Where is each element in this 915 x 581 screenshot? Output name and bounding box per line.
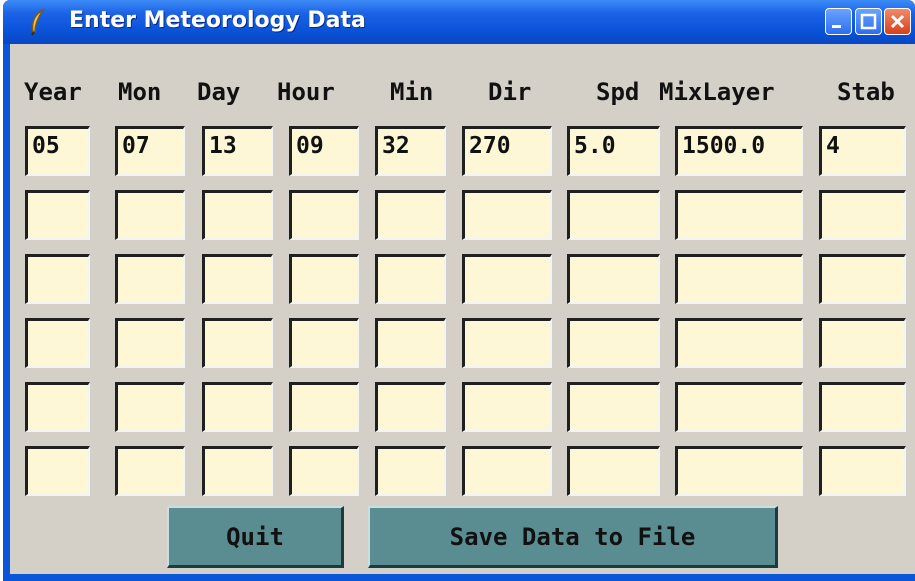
entry-year-row-4[interactable] — [25, 318, 90, 368]
entry-day-row-1[interactable]: 13 — [202, 126, 273, 176]
minimize-icon — [832, 25, 841, 28]
entry-hour-row-6[interactable] — [289, 446, 359, 496]
entry-day-row-3[interactable] — [202, 254, 273, 304]
entry-year-row-3[interactable] — [25, 254, 90, 304]
close-button[interactable] — [884, 8, 911, 35]
column-header-dir: Dir — [488, 78, 532, 106]
column-header-spd: Spd — [596, 78, 640, 106]
entry-min-row-1[interactable]: 32 — [375, 126, 446, 176]
form-area: Year Mon Day Hour Min Dir Spd MixLayer S… — [10, 44, 915, 574]
entry-mixlayer-row-1[interactable]: 1500.0 — [675, 126, 803, 176]
entry-spd-row-3[interactable] — [567, 254, 660, 304]
entry-spd-row-1[interactable]: 5.0 — [567, 126, 660, 176]
column-header-mon: Mon — [118, 78, 162, 106]
entry-stab-row-1[interactable]: 4 — [819, 126, 906, 176]
entry-mon-row-2[interactable] — [115, 190, 185, 240]
entry-spd-row-2[interactable] — [567, 190, 660, 240]
column-header-year: Year — [24, 78, 82, 106]
entry-dir-row-5[interactable] — [462, 382, 552, 432]
entry-hour-row-5[interactable] — [289, 382, 359, 432]
entry-mon-row-6[interactable] — [115, 446, 185, 496]
entry-spd-row-5[interactable] — [567, 382, 660, 432]
entry-stab-row-6[interactable] — [819, 446, 906, 496]
entry-hour-row-2[interactable] — [289, 190, 359, 240]
close-icon — [890, 14, 905, 29]
column-header-stab: Stab — [837, 78, 895, 106]
entry-mon-row-4[interactable] — [115, 318, 185, 368]
entry-min-row-5[interactable] — [375, 382, 446, 432]
app-window: Enter Meteorology Data Year Mon Day Hour… — [3, 0, 915, 581]
entry-mixlayer-row-6[interactable] — [675, 446, 803, 496]
entry-year-row-2[interactable] — [25, 190, 90, 240]
entry-stab-row-2[interactable] — [819, 190, 906, 240]
entry-dir-row-3[interactable] — [462, 254, 552, 304]
entry-min-row-4[interactable] — [375, 318, 446, 368]
entry-mixlayer-row-5[interactable] — [675, 382, 803, 432]
save-data-button[interactable]: Save Data to File — [368, 506, 778, 568]
column-header-day: Day — [197, 78, 241, 106]
entry-dir-row-2[interactable] — [462, 190, 552, 240]
entry-stab-row-5[interactable] — [819, 382, 906, 432]
entry-day-row-5[interactable] — [202, 382, 273, 432]
entry-mon-row-1[interactable]: 07 — [115, 126, 185, 176]
entry-mon-row-3[interactable] — [115, 254, 185, 304]
entry-year-row-5[interactable] — [25, 382, 90, 432]
minimize-button[interactable] — [825, 8, 852, 35]
column-header-hour: Hour — [277, 78, 335, 106]
entry-year-row-1[interactable]: 05 — [25, 126, 90, 176]
entry-dir-row-1[interactable]: 270 — [462, 126, 552, 176]
entry-min-row-3[interactable] — [375, 254, 446, 304]
window-bottom-border — [3, 574, 915, 581]
entry-spd-row-6[interactable] — [567, 446, 660, 496]
entry-year-row-6[interactable] — [25, 446, 90, 496]
entry-min-row-2[interactable] — [375, 190, 446, 240]
title-bar[interactable]: Enter Meteorology Data — [3, 0, 915, 44]
entry-stab-row-3[interactable] — [819, 254, 906, 304]
maximize-icon — [860, 13, 877, 30]
entry-stab-row-4[interactable] — [819, 318, 906, 368]
entry-hour-row-1[interactable]: 09 — [289, 126, 359, 176]
entry-min-row-6[interactable] — [375, 446, 446, 496]
entry-day-row-2[interactable] — [202, 190, 273, 240]
entry-spd-row-4[interactable] — [567, 318, 660, 368]
entry-day-row-6[interactable] — [202, 446, 273, 496]
entry-mixlayer-row-3[interactable] — [675, 254, 803, 304]
entry-dir-row-6[interactable] — [462, 446, 552, 496]
entry-day-row-4[interactable] — [202, 318, 273, 368]
quit-button[interactable]: Quit — [167, 506, 344, 568]
window-title: Enter Meteorology Data — [69, 8, 366, 33]
entry-hour-row-3[interactable] — [289, 254, 359, 304]
entry-mon-row-5[interactable] — [115, 382, 185, 432]
entry-mixlayer-row-2[interactable] — [675, 190, 803, 240]
entry-mixlayer-row-4[interactable] — [675, 318, 803, 368]
column-header-min: Min — [390, 78, 434, 106]
feather-icon — [31, 8, 46, 36]
column-header-mixlayer: MixLayer — [659, 78, 775, 106]
entry-dir-row-4[interactable] — [462, 318, 552, 368]
entry-hour-row-4[interactable] — [289, 318, 359, 368]
maximize-button[interactable] — [855, 8, 882, 35]
